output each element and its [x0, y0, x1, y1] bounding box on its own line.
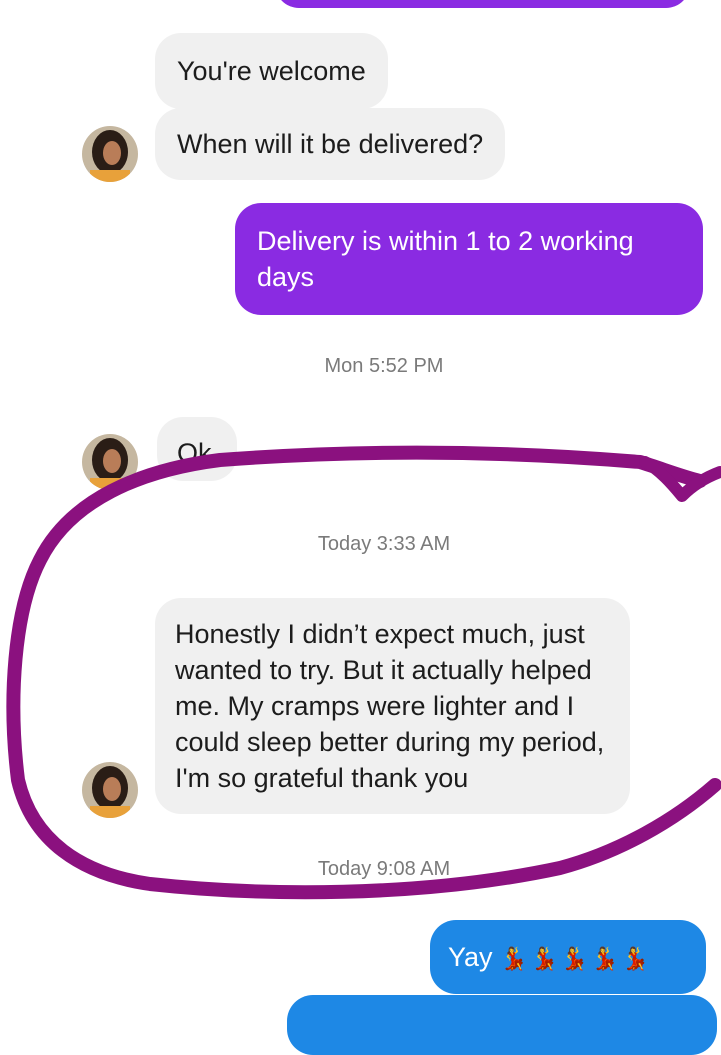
message-text: You're welcome	[177, 56, 366, 86]
profile-photo-icon	[82, 126, 138, 182]
profile-photo-icon[interactable]	[82, 434, 138, 490]
outgoing-bubble-partial-bottom[interactable]	[287, 995, 717, 1055]
message-text: Delivery is within 1 to 2 working days	[257, 226, 634, 292]
outgoing-bubble-partial-top[interactable]	[275, 0, 690, 8]
timestamp: Today 3:33 AM	[317, 533, 451, 555]
incoming-message-bubble[interactable]: Ok	[157, 417, 237, 481]
profile-photo-icon	[82, 762, 138, 818]
message-text: Yay	[448, 942, 493, 972]
profile-photo-icon[interactable]	[82, 126, 138, 182]
timestamp: Mon 5:52 PM	[324, 355, 444, 377]
dancer-emoji-icon: 💃💃💃💃💃	[500, 946, 653, 971]
message-text: Ok	[177, 438, 212, 468]
message-text: Honestly I didn’t expect much, just want…	[175, 619, 605, 793]
message-text: When will it be delivered?	[177, 129, 484, 159]
incoming-message-bubble[interactable]: You're welcome	[155, 33, 388, 109]
incoming-message-bubble[interactable]: Honestly I didn’t expect much, just want…	[155, 598, 630, 814]
profile-photo-icon	[82, 434, 138, 490]
profile-photo-icon[interactable]	[82, 762, 138, 818]
outgoing-message-bubble[interactable]: Yay 💃💃💃💃💃	[430, 920, 706, 994]
timestamp: Today 9:08 AM	[317, 858, 451, 880]
incoming-message-bubble[interactable]: When will it be delivered?	[155, 108, 506, 180]
outgoing-message-bubble[interactable]: Delivery is within 1 to 2 working days	[235, 203, 703, 315]
